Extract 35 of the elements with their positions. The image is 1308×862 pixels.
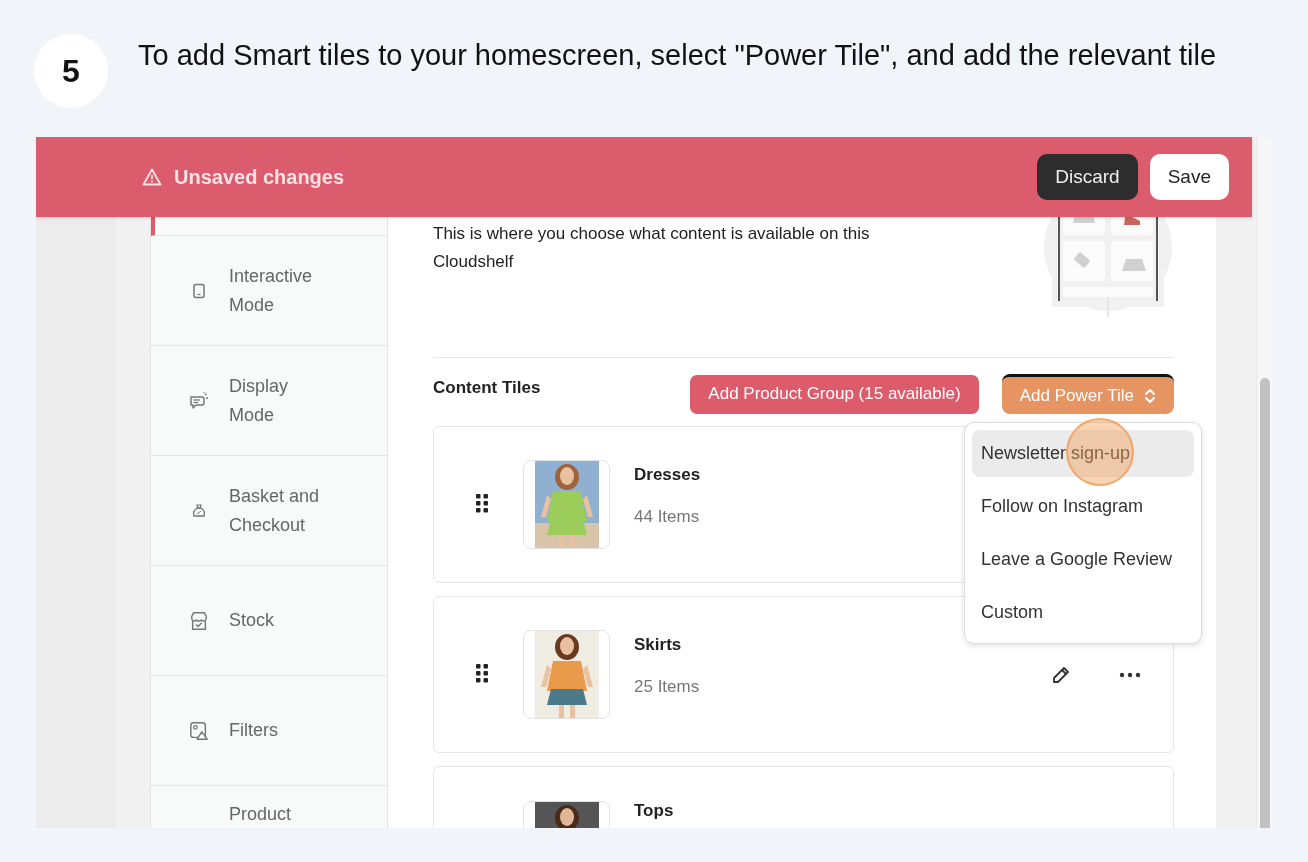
- add-product-group-button[interactable]: Add Product Group (15 available): [690, 374, 979, 414]
- menu-item[interactable]: Leave a Google Review: [972, 536, 1194, 583]
- warning-icon: [142, 168, 162, 186]
- discard-button[interactable]: Discard: [1037, 154, 1138, 200]
- sidebar-item[interactable]: Interactive Mode: [151, 236, 387, 346]
- item-count: 44 Items: [634, 507, 700, 527]
- store-icon: [189, 609, 209, 632]
- more-options-icon[interactable]: [1119, 671, 1141, 678]
- unsaved-changes-message: Unsaved changes: [174, 165, 346, 189]
- drag-handle-icon[interactable]: [475, 492, 489, 513]
- image-icon: [189, 719, 209, 742]
- chevron-up-down-icon: [1144, 386, 1156, 405]
- speech-bubble-icon: [189, 391, 209, 410]
- money-bag-icon: [192, 502, 206, 519]
- edit-icon[interactable]: [1051, 664, 1071, 685]
- sidebar-item[interactable]: Stock: [151, 566, 387, 676]
- save-button[interactable]: Save: [1149, 154, 1229, 200]
- tablet-icon: [192, 282, 206, 299]
- tile-title: Skirts: [634, 635, 682, 655]
- sidebar-item[interactable]: Basket and Checkout: [151, 456, 387, 566]
- menu-item[interactable]: Newsletter sign-up: [972, 430, 1194, 477]
- tile-title: Dresses: [634, 465, 701, 485]
- sidebar-item[interactable]: Filters: [151, 676, 387, 786]
- menu-item[interactable]: Follow on Instagram: [972, 483, 1194, 530]
- sidebar-item[interactable]: Display Mode: [151, 346, 387, 456]
- sidebar-item[interactable]: Product: [151, 786, 387, 828]
- description-text: This is where you choose what content is available on this Cloudshelf: [433, 223, 871, 273]
- scrollbar[interactable]: [1256, 137, 1272, 828]
- tile-title: Tops: [634, 801, 674, 821]
- menu-item[interactable]: Custom: [972, 589, 1194, 636]
- step-instruction: To add Smart tiles to your homescreen, select "Power Tile", and add the relevant tile: [138, 38, 1218, 73]
- item-count: 25 Items: [634, 677, 700, 697]
- step-number: 5: [34, 34, 108, 108]
- section-title: Content Tiles: [433, 378, 542, 398]
- drag-handle-icon[interactable]: [475, 662, 489, 683]
